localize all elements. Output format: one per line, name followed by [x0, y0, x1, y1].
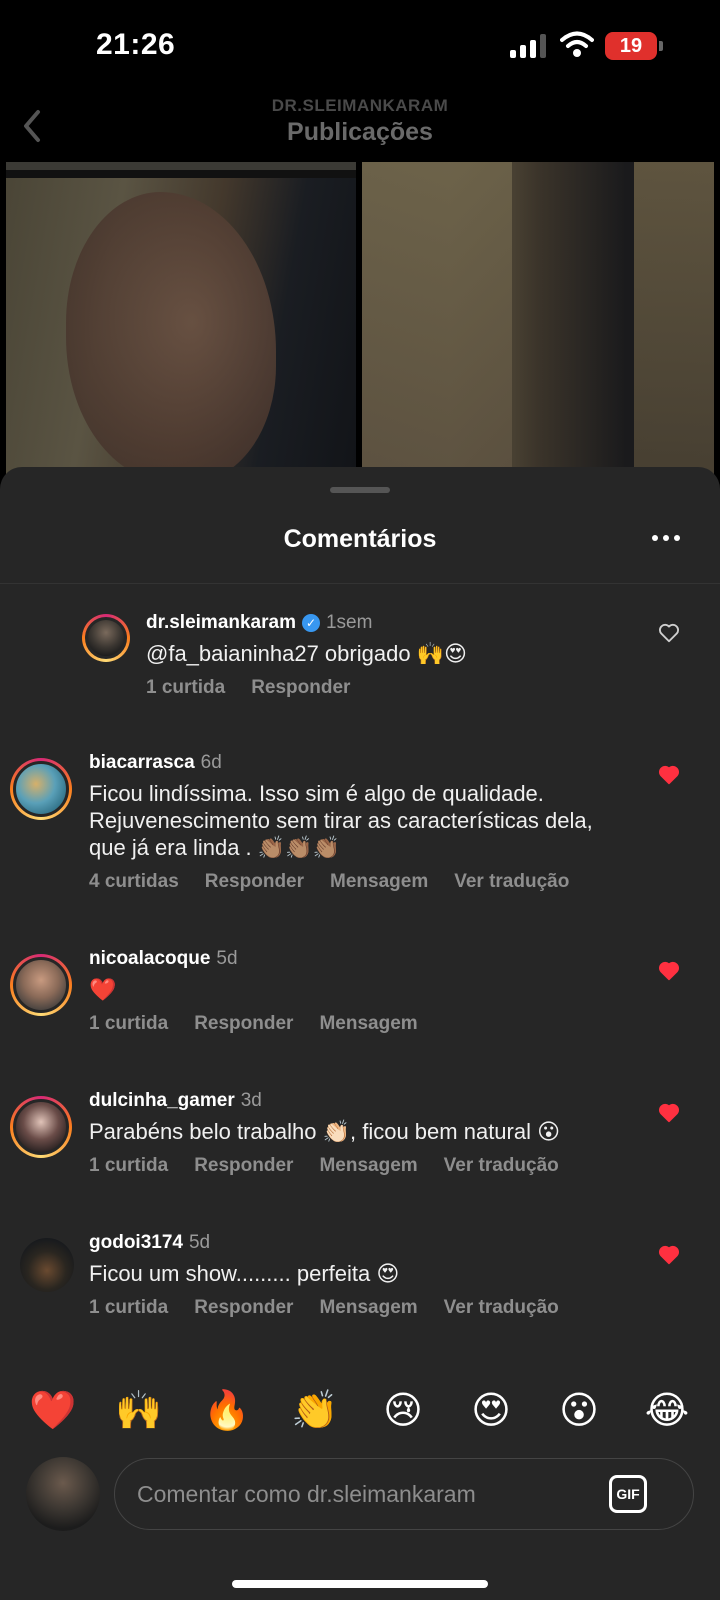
- comment-username[interactable]: nicoalacoque: [89, 948, 210, 969]
- comment-text: Ficou um show......... perfeita 😍: [89, 1261, 400, 1286]
- verified-badge-icon: ✓: [301, 614, 320, 632]
- reaction-heart-icon[interactable]: ❤️: [28, 1385, 78, 1435]
- avatar[interactable]: [10, 758, 72, 820]
- battery-level: 19: [619, 35, 643, 57]
- status-time: 21:26: [96, 28, 176, 61]
- comment-time: 3d: [240, 1090, 262, 1111]
- comment-username[interactable]: biacarrasca: [89, 752, 195, 773]
- liked-heart-icon[interactable]: [658, 960, 680, 982]
- sheet-title: Comentários: [283, 525, 437, 553]
- liked-heart-icon[interactable]: [658, 1102, 680, 1124]
- message-button[interactable]: Mensagem: [319, 1155, 417, 1176]
- reply-button[interactable]: Responder: [194, 1155, 293, 1176]
- likes-count[interactable]: 4 curtidas: [89, 871, 179, 892]
- likes-count[interactable]: 1 curtida: [89, 1297, 168, 1318]
- comment-time: 5d: [188, 1232, 211, 1253]
- sheet-divider: [0, 583, 720, 584]
- reply-button[interactable]: Responder: [205, 871, 304, 892]
- post-image[interactable]: [6, 162, 714, 482]
- comment-text: Ficou lindíssima. Isso sim é algo de qua…: [89, 781, 593, 860]
- translate-button[interactable]: Ver tradução: [444, 1297, 559, 1318]
- translate-button[interactable]: Ver tradução: [454, 871, 569, 892]
- reaction-raising-hands-icon[interactable]: 🙌: [114, 1385, 164, 1435]
- comment-time: 1sem: [325, 612, 373, 633]
- signal-icon: [510, 34, 548, 58]
- comment-username[interactable]: dulcinha_gamer: [89, 1090, 235, 1111]
- before-photo: [6, 162, 356, 482]
- comment-text: Parabéns belo trabalho 👏🏻, ficou bem nat…: [89, 1119, 561, 1144]
- reply-button[interactable]: Responder: [194, 1297, 293, 1318]
- hair-shape-right: [634, 162, 714, 482]
- comment-placeholder: Comentar como dr.sleimankaram: [137, 1481, 476, 1507]
- avatar[interactable]: [82, 614, 130, 662]
- wifi-icon: [560, 31, 594, 57]
- liked-heart-icon[interactable]: [658, 764, 680, 786]
- avatar[interactable]: [10, 1096, 72, 1158]
- comment-input[interactable]: Comentar como dr.sleimankaram GIF: [114, 1458, 694, 1530]
- comment-time: 6d: [200, 752, 222, 773]
- header: DR.SLEIMANKARAM Publicações: [0, 90, 720, 162]
- reaction-heart-eyes-icon[interactable]: 😍: [466, 1385, 516, 1435]
- liked-heart-icon[interactable]: [658, 1244, 680, 1266]
- status-bar: 21:26 19: [0, 0, 720, 90]
- avatar[interactable]: [10, 954, 72, 1016]
- hair-shape: [362, 162, 512, 482]
- quick-reactions-bar: ❤️ 🙌 🔥 👏 😢 😍 😮 😂: [0, 1385, 720, 1435]
- message-button[interactable]: Mensagem: [330, 871, 428, 892]
- reaction-fire-icon[interactable]: 🔥: [202, 1385, 252, 1435]
- likes-count[interactable]: 1 curtida: [89, 1013, 168, 1034]
- message-button[interactable]: Mensagem: [319, 1297, 417, 1318]
- comment-text: ❤️: [89, 977, 117, 1002]
- reply-button[interactable]: Responder: [194, 1013, 293, 1034]
- more-options-icon[interactable]: [652, 535, 682, 543]
- page-title: Publicações: [287, 118, 433, 146]
- translate-button[interactable]: Ver tradução: [444, 1155, 559, 1176]
- comment-time: 5d: [216, 948, 238, 969]
- battery-icon: 19: [605, 32, 657, 60]
- likes-count[interactable]: 1 curtida: [89, 1155, 168, 1176]
- reaction-surprised-icon[interactable]: 😮: [554, 1385, 604, 1435]
- gif-icon[interactable]: GIF: [609, 1475, 647, 1513]
- reaction-laughing-icon[interactable]: 😂: [642, 1385, 692, 1435]
- reply-button[interactable]: Responder: [251, 677, 350, 698]
- avatar[interactable]: [20, 1238, 74, 1292]
- home-indicator[interactable]: [232, 1580, 488, 1588]
- battery-cap: [659, 41, 663, 51]
- current-user-avatar: [26, 1457, 100, 1531]
- message-button[interactable]: Mensagem: [319, 1013, 417, 1034]
- header-username: DR.SLEIMANKARAM: [271, 96, 449, 115]
- like-heart-icon[interactable]: [658, 622, 680, 644]
- after-photo: [362, 162, 714, 482]
- reaction-clap-icon[interactable]: 👏: [290, 1385, 340, 1435]
- comment-username[interactable]: dr.sleimankaram: [146, 612, 296, 633]
- sheet-grabber[interactable]: [330, 487, 390, 493]
- comment-text: @fa_baianinha27 obrigado 🙌😍: [146, 641, 467, 666]
- comment-username[interactable]: godoi3174: [89, 1232, 183, 1253]
- face-shape: [66, 192, 276, 482]
- reaction-crying-icon[interactable]: 😢: [378, 1385, 428, 1435]
- likes-count[interactable]: 1 curtida: [146, 677, 225, 698]
